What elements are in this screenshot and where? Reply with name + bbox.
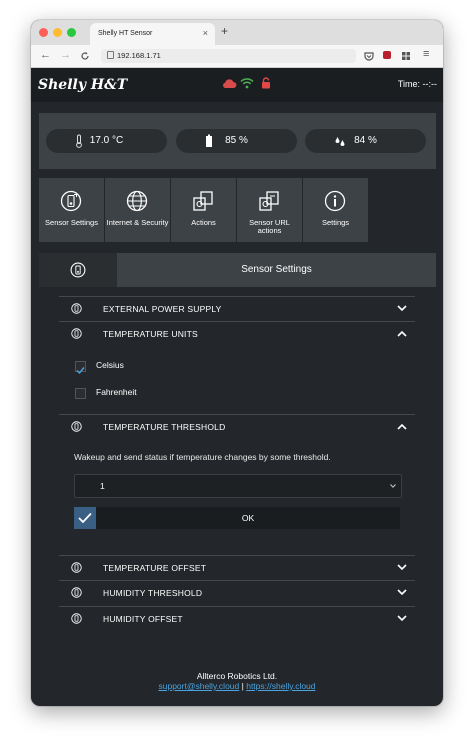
tile-label: Actions [191,218,216,227]
info-icon [324,190,346,212]
accordion-temperature-offset[interactable]: TEMPERATURE OFFSET [59,555,415,580]
connection-lock-icon [107,51,114,59]
tab-close-icon[interactable]: × [203,28,208,38]
fahrenheit-label: Fahrenheit [96,387,137,397]
tile-sensor-settings[interactable]: Sensor Settings [39,178,104,242]
extensions-icon[interactable] [401,51,411,61]
accordion-external-power-supply[interactable]: EXTERNAL POWER SUPPLY [59,296,415,321]
tile-label: Sensor URL actions [249,218,290,235]
sensor-settings-icon [71,613,82,624]
tile-actions[interactable]: Actions [171,178,236,242]
section-header: Sensor Settings [39,253,436,287]
threshold-confirm-checkbox[interactable] [74,507,96,529]
battery-value: 85 % [225,135,248,146]
tile-label: Sensor Settings [45,218,98,227]
address-toolbar: ← → 192.168.1.71 ≡ [31,45,443,68]
page-footer: Allterco Robotics Ltd. support@shelly.cl… [31,671,443,691]
zoom-window-button[interactable] [67,28,76,37]
time-display: Time: --:-- [397,79,437,89]
sensor-settings-icon [70,262,86,278]
url-actions-icon [259,191,279,211]
temperature-pill: 17.0 °C [46,129,167,153]
celsius-label: Celsius [96,360,124,370]
ok-button[interactable]: OK [96,507,400,529]
tile-label: Settings [321,218,350,227]
select-chevron-icon [390,484,396,488]
globe-icon [126,190,148,212]
reload-icon[interactable] [80,51,90,61]
accordion-label: EXTERNAL POWER SUPPLY [103,304,222,314]
footer-separator: | [241,681,244,691]
checkmark-icon [78,512,92,524]
browser-tab-bar: Shelly HT Sensor × + [31,20,443,45]
celsius-checkbox[interactable] [75,361,86,375]
threshold-description: Wakeup and send status if temperature ch… [74,452,331,462]
chevron-up-icon[interactable] [397,423,407,430]
sensor-settings-icon [60,190,82,212]
wifi-icon [240,78,254,89]
lock-icon [262,77,270,89]
accordion-humidity-threshold[interactable]: HUMIDITY THRESHOLD [59,580,415,605]
tile-label: Internet & Security [106,218,169,227]
fahrenheit-checkbox[interactable] [75,388,86,399]
sensor-settings-icon [71,562,82,573]
chevron-down-icon[interactable] [397,615,407,622]
accordion-label: TEMPERATURE UNITS [103,329,198,339]
chevron-down-icon[interactable] [397,589,407,596]
minimize-window-button[interactable] [53,28,62,37]
browser-window: Shelly HT Sensor × + ← → 192.168.1.71 ≡ … [31,20,443,706]
section-title: Sensor Settings [241,264,312,275]
chevron-down-icon[interactable] [397,305,407,312]
shelly-logo: Shelly H&T [38,77,128,93]
sensor-settings-icon [71,328,82,339]
close-window-button[interactable] [39,28,48,37]
actions-icon [193,191,213,211]
new-tab-button[interactable]: + [221,24,228,38]
chevron-down-icon[interactable] [397,564,407,571]
sensor-settings-icon [71,303,82,314]
browser-tab[interactable]: Shelly HT Sensor × [90,23,215,45]
forward-button[interactable]: → [60,49,71,61]
temperature-value: 17.0 °C [89,135,124,146]
accordion-label: TEMPERATURE OFFSET [103,563,207,573]
tile-settings[interactable]: Settings [303,178,368,242]
status-panel: 17.0 °C 85 % 84 % [39,113,436,169]
company-name: Allterco Robotics Ltd. [196,671,278,681]
threshold-select[interactable]: 1 [74,474,402,498]
accordion-label: HUMIDITY THRESHOLD [103,588,203,598]
accordion-label: TEMPERATURE THRESHOLD [103,422,226,432]
checkmark-icon [76,367,85,375]
humidity-pill: 84 % [305,129,426,153]
browser-menu-button[interactable]: ≡ [423,48,429,60]
tile-internet-security[interactable]: Internet & Security [105,178,170,242]
cloud-icon [223,79,237,88]
back-button[interactable]: ← [40,49,51,61]
humidity-value: 84 % [354,135,377,146]
footer-links: support@shelly.cloud | https://shelly.cl… [31,681,443,691]
accordion-humidity-offset[interactable]: HUMIDITY OFFSET [59,606,415,631]
accordion-temperature-threshold[interactable]: TEMPERATURE THRESHOLD [59,414,415,439]
battery-pill: 85 % [176,129,297,153]
sensor-settings-icon [71,421,82,432]
section-icon-box [39,253,117,287]
accordion-label: HUMIDITY OFFSET [103,614,183,624]
tab-title: Shelly HT Sensor [98,30,153,37]
pocket-icon[interactable] [364,51,374,61]
support-email-link[interactable]: support@shelly.cloud [158,681,239,691]
app-header: Shelly H&T Time: --:-- [31,68,443,102]
website-link[interactable]: https://shelly.cloud [246,681,315,691]
url-field[interactable]: 192.168.1.71 [101,49,356,63]
extension-shield-icon[interactable] [383,51,391,59]
url-text: 192.168.1.71 [117,51,161,60]
sensor-settings-icon [71,587,82,598]
chevron-up-icon[interactable] [397,330,407,337]
accordion-temperature-units[interactable]: TEMPERATURE UNITS [59,321,415,346]
tile-sensor-url-actions[interactable]: Sensor URL actions [237,178,302,242]
threshold-selected-value: 1 [100,481,105,491]
